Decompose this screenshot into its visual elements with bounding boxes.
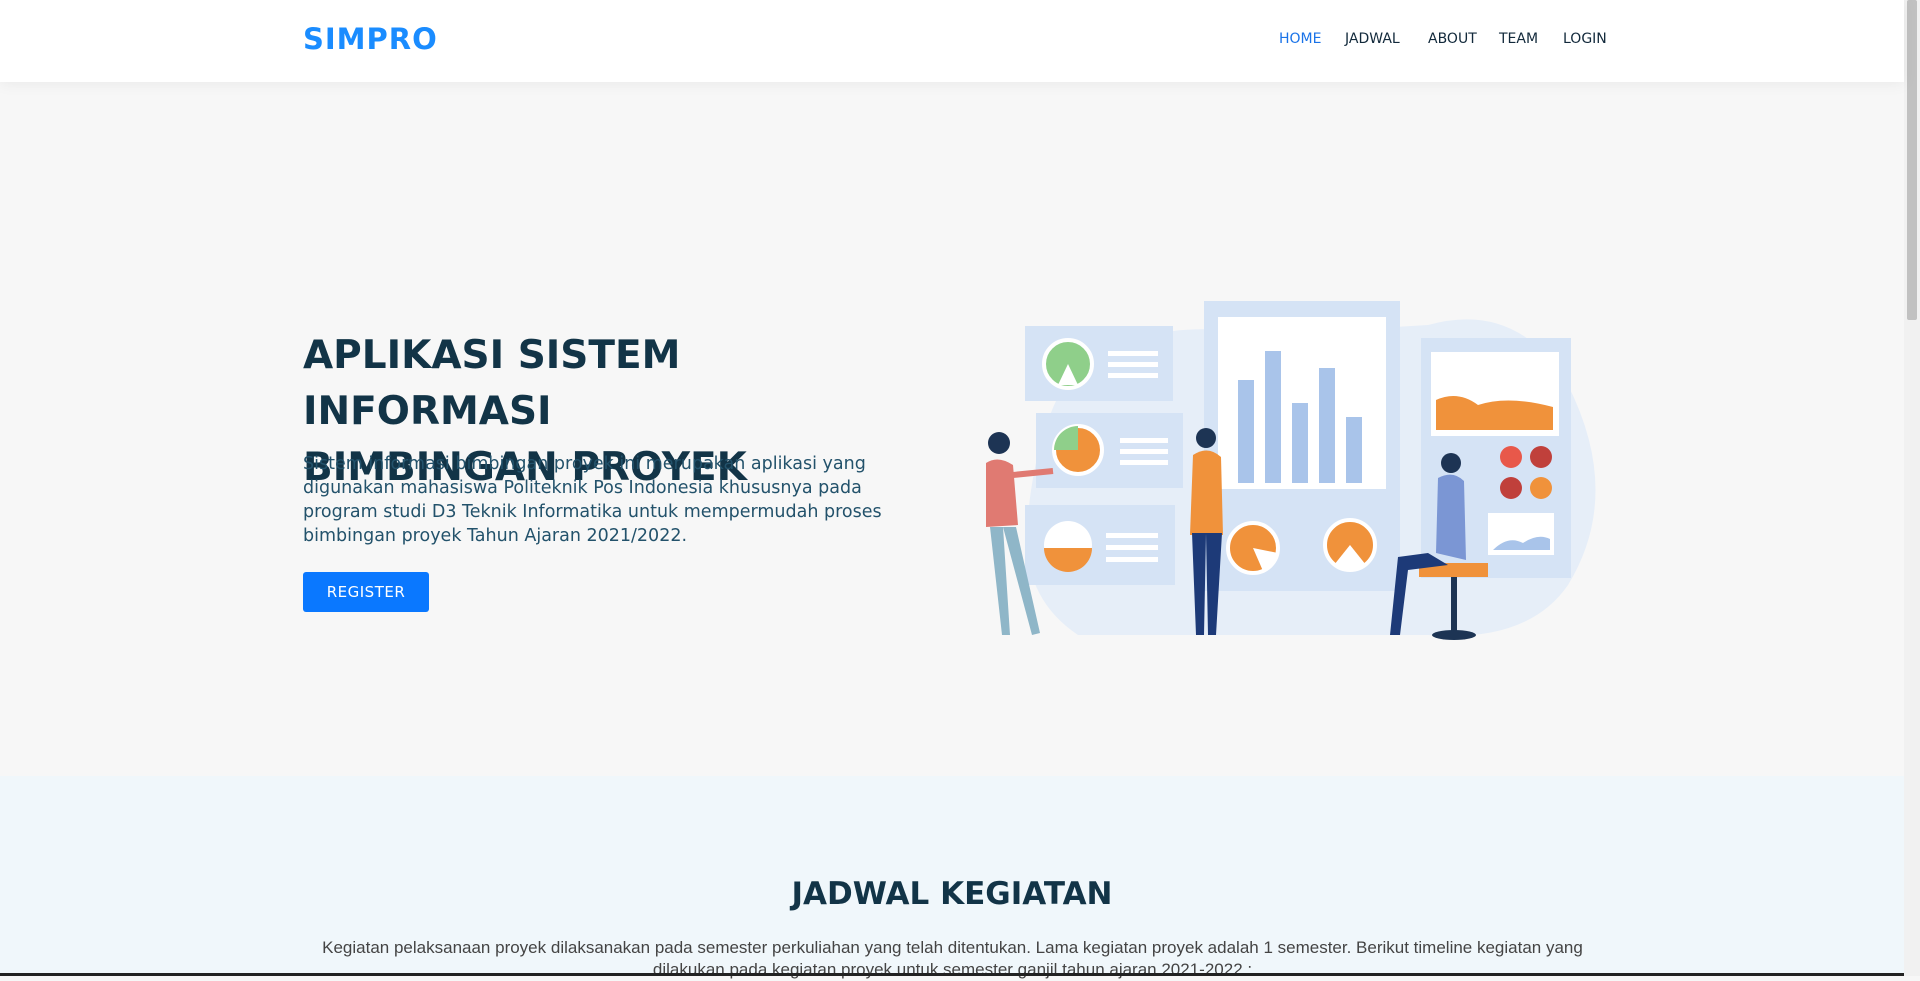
top-navbar: SIMPRO HOME JADWAL ABOUT TEAM LOGIN xyxy=(0,0,1904,82)
hero-illustration xyxy=(986,301,1596,640)
nav-home[interactable]: HOME xyxy=(1279,31,1321,47)
jadwal-section: JADWAL KEGIATAN Kegiatan pelaksanaan pro… xyxy=(0,776,1904,979)
vertical-scrollbar[interactable] xyxy=(1904,0,1920,976)
nav-about[interactable]: ABOUT xyxy=(1428,31,1477,47)
nav-jadwal[interactable]: JADWAL xyxy=(1345,31,1400,47)
hero-title-line1: APLIKASI SISTEM INFORMASI xyxy=(303,333,681,434)
brand-logo[interactable]: SIMPRO xyxy=(303,22,438,56)
nav-login[interactable]: LOGIN xyxy=(1563,31,1607,47)
jadwal-title: JADWAL KEGIATAN xyxy=(791,876,1113,912)
scrollbar-thumb[interactable] xyxy=(1907,0,1917,320)
hero-description: Sistem informasi bimbingan proyek ini me… xyxy=(303,454,882,546)
nav-team[interactable]: TEAM xyxy=(1499,31,1538,47)
register-button[interactable]: REGISTER xyxy=(303,572,429,612)
